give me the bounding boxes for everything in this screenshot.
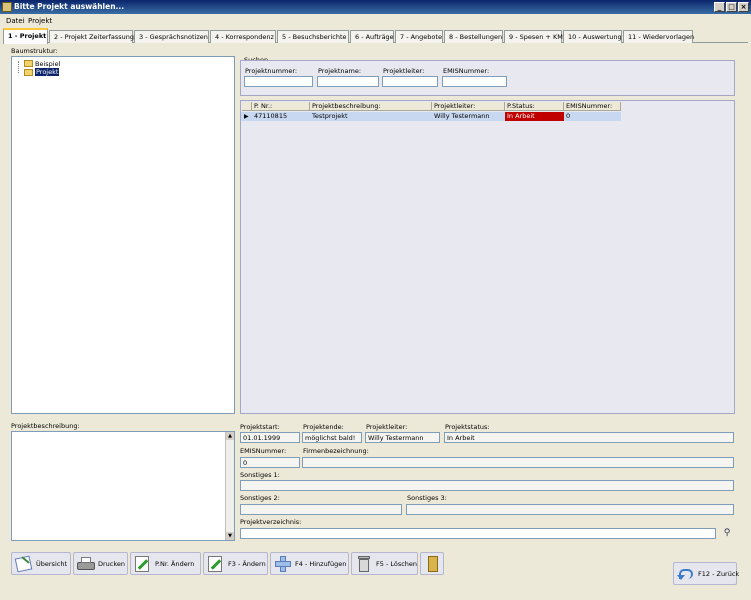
loeschen-label: F5 - Löschen [376, 559, 418, 568]
search-projektname-label: Projektname: [318, 67, 362, 75]
menu-projekt[interactable]: Projekt [28, 17, 52, 25]
tree-view[interactable]: Beispiel Projekt [11, 56, 235, 414]
edit-check-icon [134, 555, 152, 573]
projektstatus-label: Projektstatus: [445, 423, 490, 431]
search-projektleiter-input[interactable] [382, 76, 438, 87]
sonstiges1-label: Sonstiges 1: [240, 471, 280, 479]
cell-pnr[interactable]: 47110815 [252, 112, 310, 121]
sonstiges2-label: Sonstiges 2: [240, 494, 280, 502]
menu-bar: Datei Projekt [0, 15, 751, 27]
sonstiges3-label: Sonstiges 3: [407, 494, 447, 502]
search-projektnummer-label: Projektnummer: [245, 67, 298, 75]
description-scrollbar[interactable]: ▲ ▼ [225, 432, 234, 540]
aendern-button[interactable]: F3 - Ändern [203, 552, 268, 575]
trash-icon [355, 555, 373, 573]
zurueck-label: F12 - Zurück [698, 569, 740, 578]
emis-label: EMISNummer: [240, 447, 287, 455]
tree-line [18, 61, 19, 73]
uebersicht-button[interactable]: Übersicht [11, 552, 71, 575]
projektende-label: Projektende: [303, 423, 344, 431]
projektleiter-field[interactable]: Willy Testermann [365, 432, 440, 443]
tab-auftraege[interactable]: 6 - Aufträge [350, 30, 394, 43]
description-textarea[interactable]: ▲ ▼ [11, 431, 235, 541]
col-header-emis[interactable]: EMISNummer: [564, 102, 621, 111]
close-button[interactable]: × [738, 2, 749, 12]
tab-bestellungen[interactable]: 8 - Bestellungen [444, 30, 503, 43]
menu-datei[interactable]: Datei [6, 17, 25, 25]
tree-item-projekt[interactable]: Projekt [35, 68, 60, 76]
projektstart-label: Projektstart: [240, 423, 280, 431]
minimize-button[interactable]: _ [714, 2, 725, 12]
zurueck-button[interactable]: F12 - Zurück [673, 562, 740, 585]
projektende-field[interactable]: möglichst bald! [302, 432, 362, 443]
hinzufuegen-button[interactable]: F4 - Hinzufügen [270, 552, 349, 575]
tab-gespraechsnotizen[interactable]: 3 - Gesprächsnotizen [134, 30, 209, 43]
search-projektnummer-input[interactable] [244, 76, 313, 87]
projektstatus-field[interactable]: In Arbeit [444, 432, 734, 443]
verzeichnis-label: Projektverzeichnis: [240, 518, 302, 526]
cell-emis[interactable]: 0 [564, 112, 621, 121]
folder-open-icon [24, 69, 33, 76]
uebersicht-label: Übersicht [36, 559, 67, 568]
edit-icon [207, 555, 225, 573]
tab-zeiterfassung[interactable]: 2 - Projekt Zeiterfassung [49, 30, 134, 43]
emis-field[interactable]: 0 [240, 457, 300, 468]
printer-icon [77, 555, 95, 573]
tab-korrespondenz[interactable]: 4 - Korrespondenz [210, 30, 276, 43]
col-header-status[interactable]: P.Status: [505, 102, 564, 111]
pnr-aendern-button[interactable]: P.Nr. Ändern [130, 552, 201, 575]
tab-wiedervorlagen[interactable]: 11 - Wiedervorlagen [623, 30, 694, 43]
window-title: Bitte Projekt auswählen... [14, 2, 125, 11]
tab-projekt[interactable]: 1 - Projekt [3, 28, 48, 44]
tab-spesen[interactable]: 9 - Spesen + KM [504, 30, 563, 43]
maximize-button[interactable]: □ [726, 2, 737, 12]
drucken-label: Drucken [98, 559, 126, 568]
loeschen-button[interactable]: F5 - Löschen [351, 552, 418, 575]
table-row[interactable]: ▶ 47110815 Testprojekt Willy Testermann … [241, 112, 621, 121]
firma-field[interactable] [302, 457, 734, 468]
col-header-beschreibung[interactable]: Projektbeschreibung: [310, 102, 432, 111]
exit-button[interactable] [420, 552, 444, 575]
search-emis-label: EMISNummer: [443, 67, 490, 75]
result-grid[interactable]: P. Nr.: Projektbeschreibung: Projektleit… [240, 100, 735, 414]
door-exit-icon [424, 555, 442, 573]
search-projektleiter-label: Projektleiter: [383, 67, 425, 75]
projektleiter-label: Projektleiter: [366, 423, 408, 431]
scroll-up-icon[interactable]: ▲ [226, 432, 234, 440]
cell-status[interactable]: In Arbeit [505, 112, 564, 121]
col-header-pnr[interactable]: P. Nr.: [252, 102, 310, 111]
title-bar: Bitte Projekt auswählen... _ □ × [0, 0, 751, 14]
tree-label: Baumstruktur: [11, 47, 58, 55]
tab-auswertung[interactable]: 10 - Auswertung [563, 30, 622, 43]
cell-beschreibung[interactable]: Testprojekt [310, 112, 432, 121]
grid-header-indicator [242, 102, 252, 111]
tab-angebote[interactable]: 7 - Angebote [395, 30, 443, 43]
sonstiges3-field[interactable] [406, 504, 734, 515]
row-selector-arrow-icon: ▶ [244, 113, 249, 120]
description-label: Projektbeschreibung: [11, 422, 80, 430]
hinzufuegen-label: F4 - Hinzufügen [295, 559, 347, 568]
back-arrow-icon [677, 565, 695, 583]
sonstiges2-field[interactable] [240, 504, 402, 515]
drucken-button[interactable]: Drucken [73, 552, 128, 575]
app-icon [2, 2, 12, 12]
sonstiges1-field[interactable] [240, 480, 734, 491]
plus-icon [274, 555, 292, 573]
projektstart-field[interactable]: 01.01.1999 [240, 432, 300, 443]
firma-label: Firmenbezeichnung: [303, 447, 369, 455]
pnr-aendern-label: P.Nr. Ändern [155, 559, 195, 568]
scroll-down-icon[interactable]: ▼ [226, 532, 234, 540]
search-projektname-input[interactable] [317, 76, 379, 87]
cell-projektleiter[interactable]: Willy Testermann [432, 112, 505, 121]
col-header-projektleiter[interactable]: Projektleiter: [432, 102, 505, 111]
verzeichnis-field[interactable] [240, 528, 716, 539]
tab-bar: 1 - Projekt 2 - Projekt Zeiterfassung 3 … [3, 28, 748, 44]
tree-item-beispiel[interactable]: Beispiel [35, 60, 60, 68]
tab-besuchsberichte[interactable]: 5 - Besuchsberichte [277, 30, 349, 43]
search-emis-input[interactable] [442, 76, 507, 87]
aendern-label: F3 - Ändern [228, 559, 266, 568]
search-icon[interactable]: ⚲ [720, 527, 734, 540]
folder-icon [24, 60, 33, 67]
overview-icon [14, 555, 33, 573]
